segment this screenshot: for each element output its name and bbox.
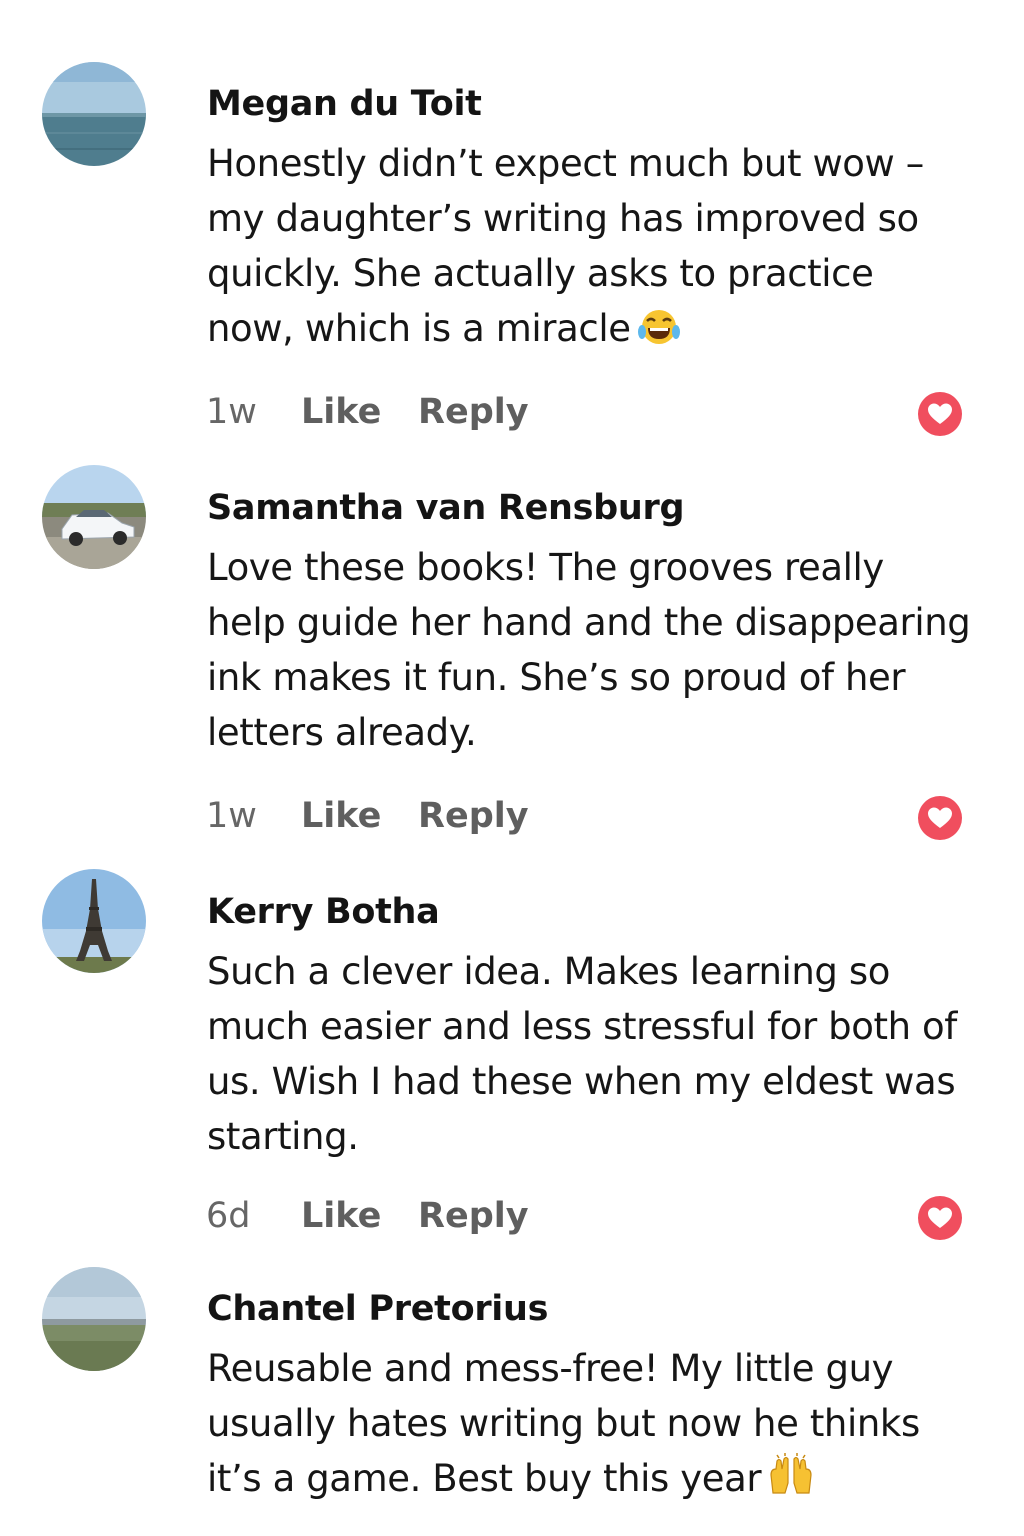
comment-timestamp: 1w: [206, 796, 257, 836]
like-button[interactable]: Like: [301, 796, 381, 836]
comment-line: us. Wish I had these when my eldest was: [207, 1060, 956, 1103]
comment-text: Such a clever idea. Makes learning so mu…: [207, 944, 997, 1164]
comment-text: Love these books! The grooves really hel…: [207, 540, 997, 760]
comment-item: Megan du Toit Honestly didn’t expect muc…: [0, 0, 1024, 450]
heart-icon[interactable]: [918, 392, 962, 436]
heart-icon[interactable]: [918, 796, 962, 840]
car-avatar-image: [42, 465, 146, 569]
like-button[interactable]: Like: [301, 392, 381, 432]
comment-line-with-emoji: now, which is a miracle: [207, 301, 997, 362]
reply-button[interactable]: Reply: [418, 1196, 529, 1236]
comment-line: letters already.: [207, 711, 477, 754]
comment-line-with-emoji: it’s a game. Best buy this year: [207, 1451, 997, 1512]
comment-line: Such a clever idea. Makes learning so: [207, 950, 890, 993]
comment-line: Honestly didn’t expect much but wow –: [207, 142, 924, 185]
comment-line: quickly. She actually asks to practice: [207, 252, 874, 295]
comment-line: starting.: [207, 1115, 359, 1158]
avatar[interactable]: [42, 1267, 146, 1371]
comment-line: my daughter’s writing has improved so: [207, 197, 919, 240]
comment-item: Samantha van Rensburg Love these books! …: [0, 450, 1024, 855]
comment-timestamp: 1w: [206, 392, 257, 432]
comment-line: help guide her hand and the disappearing: [207, 601, 971, 644]
comment-line: usually hates writing but now he thinks: [207, 1402, 920, 1445]
comment-author[interactable]: Samantha van Rensburg: [207, 488, 685, 528]
comment-line: Love these books! The grooves really: [207, 546, 884, 589]
avatar[interactable]: [42, 869, 146, 973]
avatar[interactable]: [42, 62, 146, 166]
comment-line: it’s a game. Best buy this year: [207, 1457, 762, 1500]
avatar[interactable]: [42, 465, 146, 569]
comment-line: Reusable and mess-free! My little guy: [207, 1347, 894, 1390]
raising-hands-emoji-icon: [767, 1453, 815, 1512]
comment-item: Chantel Pretorius Reusable and mess-free…: [0, 1255, 1024, 1536]
comment-timestamp: 6d: [206, 1196, 251, 1236]
comment-line: much easier and less stressful for both …: [207, 1005, 957, 1048]
comment-text: Honestly didn’t expect much but wow – my…: [207, 136, 997, 362]
laughing-tears-emoji-icon: [637, 307, 681, 362]
reply-button[interactable]: Reply: [418, 796, 529, 836]
comment-text: Reusable and mess-free! My little guy us…: [207, 1341, 997, 1512]
comment-author[interactable]: Kerry Botha: [207, 892, 440, 932]
eiffel-tower-avatar-image: [42, 869, 146, 973]
comment-item: Kerry Botha Such a clever idea. Makes le…: [0, 855, 1024, 1255]
comment-author[interactable]: Megan du Toit: [207, 84, 482, 124]
ocean-avatar-image: [42, 62, 146, 166]
heart-icon[interactable]: [918, 1196, 962, 1240]
comment-line: now, which is a miracle: [207, 307, 631, 350]
comment-line: ink makes it fun. She’s so proud of her: [207, 656, 906, 699]
like-button[interactable]: Like: [301, 1196, 381, 1236]
reply-button[interactable]: Reply: [418, 392, 529, 432]
comment-author[interactable]: Chantel Pretorius: [207, 1289, 548, 1329]
field-avatar-image: [42, 1267, 146, 1371]
